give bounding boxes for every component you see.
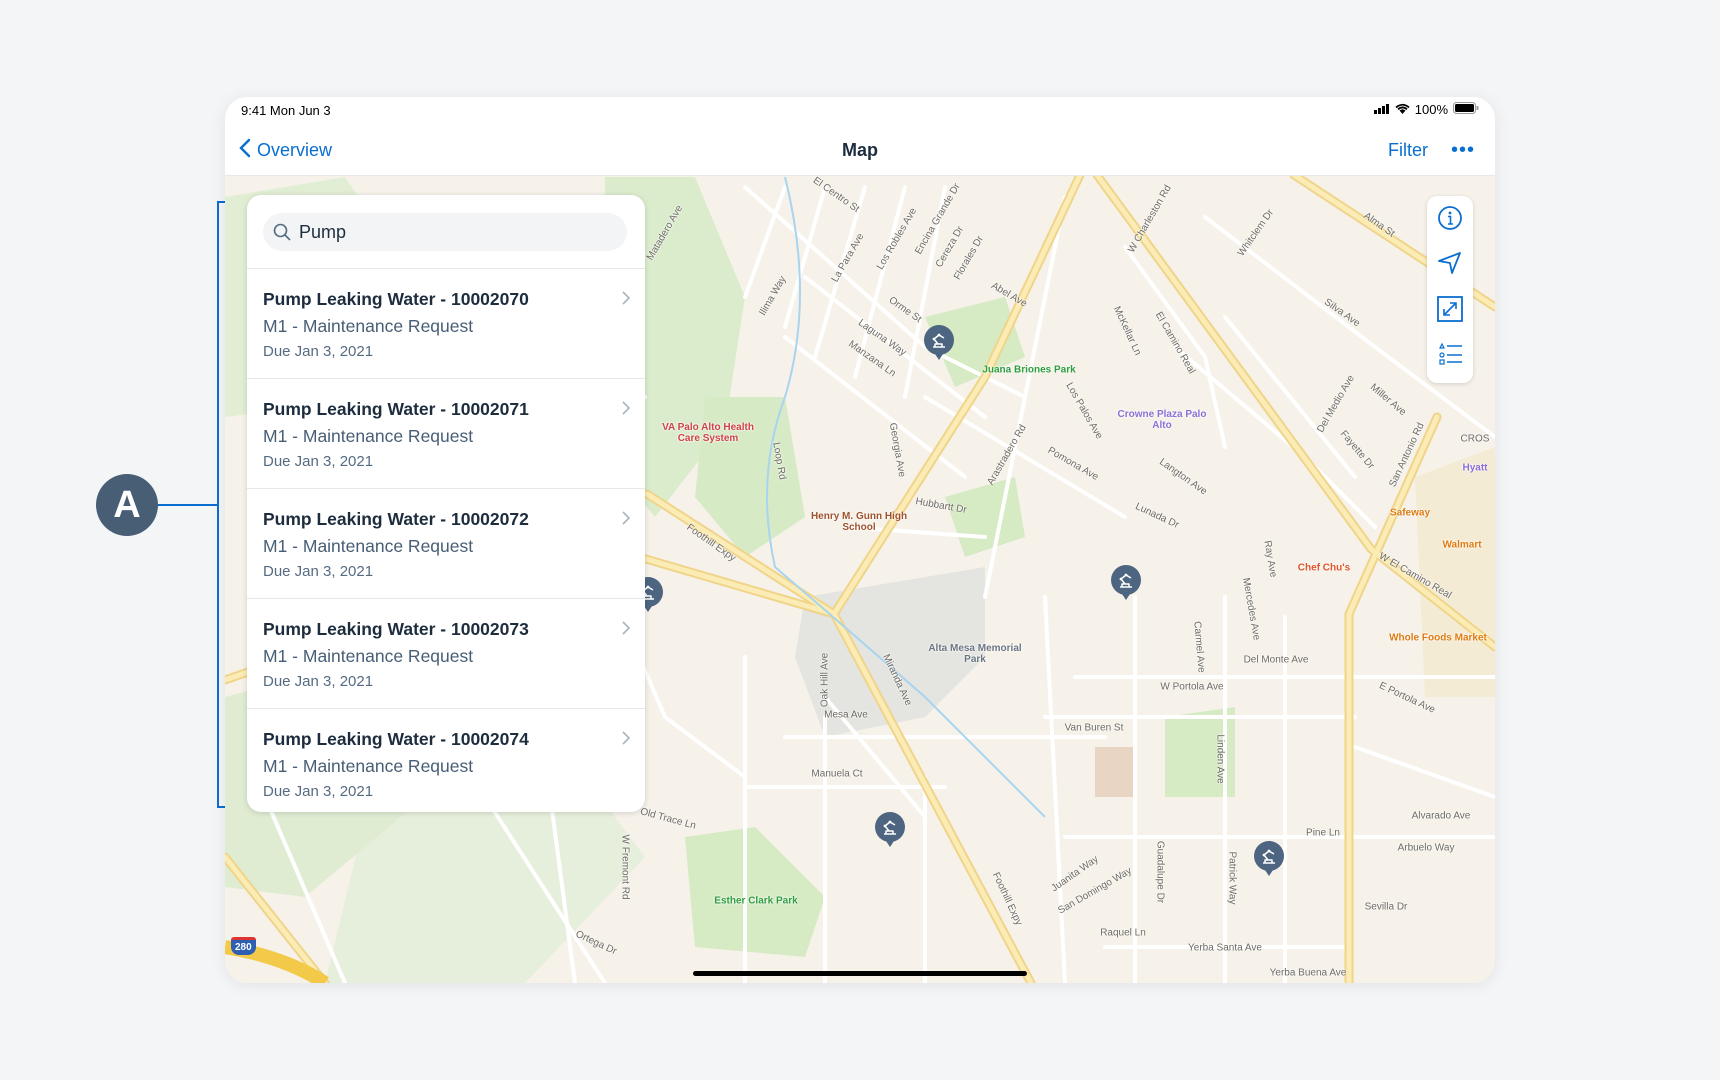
search-results-panel: Pump Leaking Water - 10002070 M1 - Maint… xyxy=(247,195,645,812)
map-label: VA Palo Alto Health Care System xyxy=(662,422,754,444)
map-label: W Fremont Rd xyxy=(619,834,631,900)
map-label: Van Buren St xyxy=(1064,722,1124,734)
map-label: Hyatt xyxy=(1462,462,1488,474)
item-due-date: Due Jan 3, 2021 xyxy=(263,453,374,470)
map-label: Alta Mesa Memorial Park xyxy=(928,643,1022,665)
result-list-item[interactable]: Pump Leaking Water - 10002072 M1 - Maint… xyxy=(247,489,645,599)
status-time: 9:41 Mon Jun 3 xyxy=(241,103,331,118)
search-field[interactable] xyxy=(263,213,627,251)
result-list-item[interactable]: Pump Leaking Water - 10002074 M1 - Maint… xyxy=(247,709,645,812)
map-label: Yerba Buena Ave xyxy=(1269,967,1347,979)
item-subtitle: M1 - Maintenance Request xyxy=(263,646,474,666)
robot-arm-icon xyxy=(1260,847,1278,865)
back-button[interactable]: Overview xyxy=(239,138,332,163)
item-subtitle: M1 - Maintenance Request xyxy=(263,536,474,556)
item-title: Pump Leaking Water - 10002072 xyxy=(263,509,529,529)
ipad-screen: El Centro St La Para Ave Los Robles Ave Enc… xyxy=(225,97,1495,983)
item-due-date: Due Jan 3, 2021 xyxy=(263,783,374,800)
map-label: Manuela Ct xyxy=(811,768,863,780)
callout-badge: A xyxy=(96,474,158,536)
robot-arm-icon xyxy=(881,818,899,836)
map-label: Esther Clark Park xyxy=(714,895,798,907)
map-label: Walmart xyxy=(1442,539,1482,551)
chevron-right-icon xyxy=(622,399,631,420)
item-subtitle: M1 - Maintenance Request xyxy=(263,316,474,336)
status-bar: 9:41 Mon Jun 3 100% xyxy=(225,97,1495,127)
highway-280-shield: 280 xyxy=(231,937,256,955)
wifi-icon xyxy=(1395,102,1410,117)
map-label: Juana Briones Park xyxy=(982,364,1076,376)
map-label: Mesa Ave xyxy=(824,709,868,721)
equipment-marker[interactable] xyxy=(1111,565,1141,600)
info-icon[interactable] xyxy=(1437,205,1463,231)
map-label: Yerba Santa Ave xyxy=(1188,942,1262,954)
map-toolbar xyxy=(1427,196,1473,383)
item-due-date: Due Jan 3, 2021 xyxy=(263,563,374,580)
robot-arm-icon xyxy=(930,331,948,349)
battery-icon xyxy=(1453,102,1479,117)
callout-line xyxy=(158,504,217,506)
map-label: Raquel Ln xyxy=(1100,927,1146,939)
result-list-item[interactable]: Pump Leaking Water - 10002070 M1 - Maint… xyxy=(247,269,645,379)
map-label: Linden Ave xyxy=(1214,734,1226,784)
search-icon xyxy=(273,223,291,241)
equipment-marker[interactable] xyxy=(1254,841,1284,876)
legend-list-icon[interactable] xyxy=(1437,342,1463,368)
map-label: Sevilla Dr xyxy=(1364,901,1408,913)
map-label: Del Monte Ave xyxy=(1243,654,1309,666)
equipment-marker[interactable] xyxy=(924,325,954,360)
map-label: CROS xyxy=(1460,433,1490,445)
signal-icon xyxy=(1373,102,1390,117)
item-subtitle: M1 - Maintenance Request xyxy=(263,426,474,446)
map-label: Chef Chu's xyxy=(1297,562,1351,574)
map-label: Alvarado Ave xyxy=(1411,810,1471,822)
chevron-right-icon xyxy=(622,729,631,750)
map-label: Arbuelo Way xyxy=(1397,842,1455,854)
more-options-button[interactable]: ••• xyxy=(1451,139,1475,162)
map-label: Safeway xyxy=(1389,507,1431,519)
chevron-left-icon xyxy=(239,138,251,163)
item-title: Pump Leaking Water - 10002071 xyxy=(263,399,529,419)
map-label: Oak Hill Ave xyxy=(819,652,831,708)
item-title: Pump Leaking Water - 10002074 xyxy=(263,729,529,749)
chevron-right-icon xyxy=(622,619,631,640)
map-label: Crowne Plaza Palo Alto xyxy=(1117,409,1207,431)
item-due-date: Due Jan 3, 2021 xyxy=(263,673,374,690)
back-label: Overview xyxy=(257,140,333,160)
battery-percent: 100% xyxy=(1414,102,1448,117)
search-input[interactable] xyxy=(297,220,601,244)
expand-icon[interactable] xyxy=(1437,296,1463,322)
page-title: Map xyxy=(842,140,878,160)
chevron-right-icon xyxy=(622,509,631,530)
location-arrow-icon[interactable] xyxy=(1437,250,1463,276)
item-title: Pump Leaking Water - 10002070 xyxy=(263,289,529,309)
robot-arm-icon xyxy=(1117,571,1135,589)
item-title: Pump Leaking Water - 10002073 xyxy=(263,619,529,639)
item-subtitle: M1 - Maintenance Request xyxy=(263,756,474,776)
filter-button[interactable]: Filter xyxy=(1388,140,1428,161)
nav-bar: Overview Map Filter ••• xyxy=(225,127,1495,176)
chevron-right-icon xyxy=(622,289,631,310)
map-label: Pine Ln xyxy=(1306,827,1340,839)
map-label: W Portola Ave xyxy=(1160,681,1224,693)
home-indicator xyxy=(693,971,1027,976)
map-label: Patrick Way xyxy=(1226,851,1238,905)
result-list-item[interactable]: Pump Leaking Water - 10002073 M1 - Maint… xyxy=(247,599,645,709)
map-label: Whole Foods Market xyxy=(1389,632,1487,644)
result-list-item[interactable]: Pump Leaking Water - 10002071 M1 - Maint… xyxy=(247,379,645,489)
map-label: Guadalupe Dr xyxy=(1154,840,1166,904)
item-due-date: Due Jan 3, 2021 xyxy=(263,343,374,360)
equipment-marker[interactable] xyxy=(875,812,905,847)
map-label: Henry M. Gunn High School xyxy=(810,511,908,533)
